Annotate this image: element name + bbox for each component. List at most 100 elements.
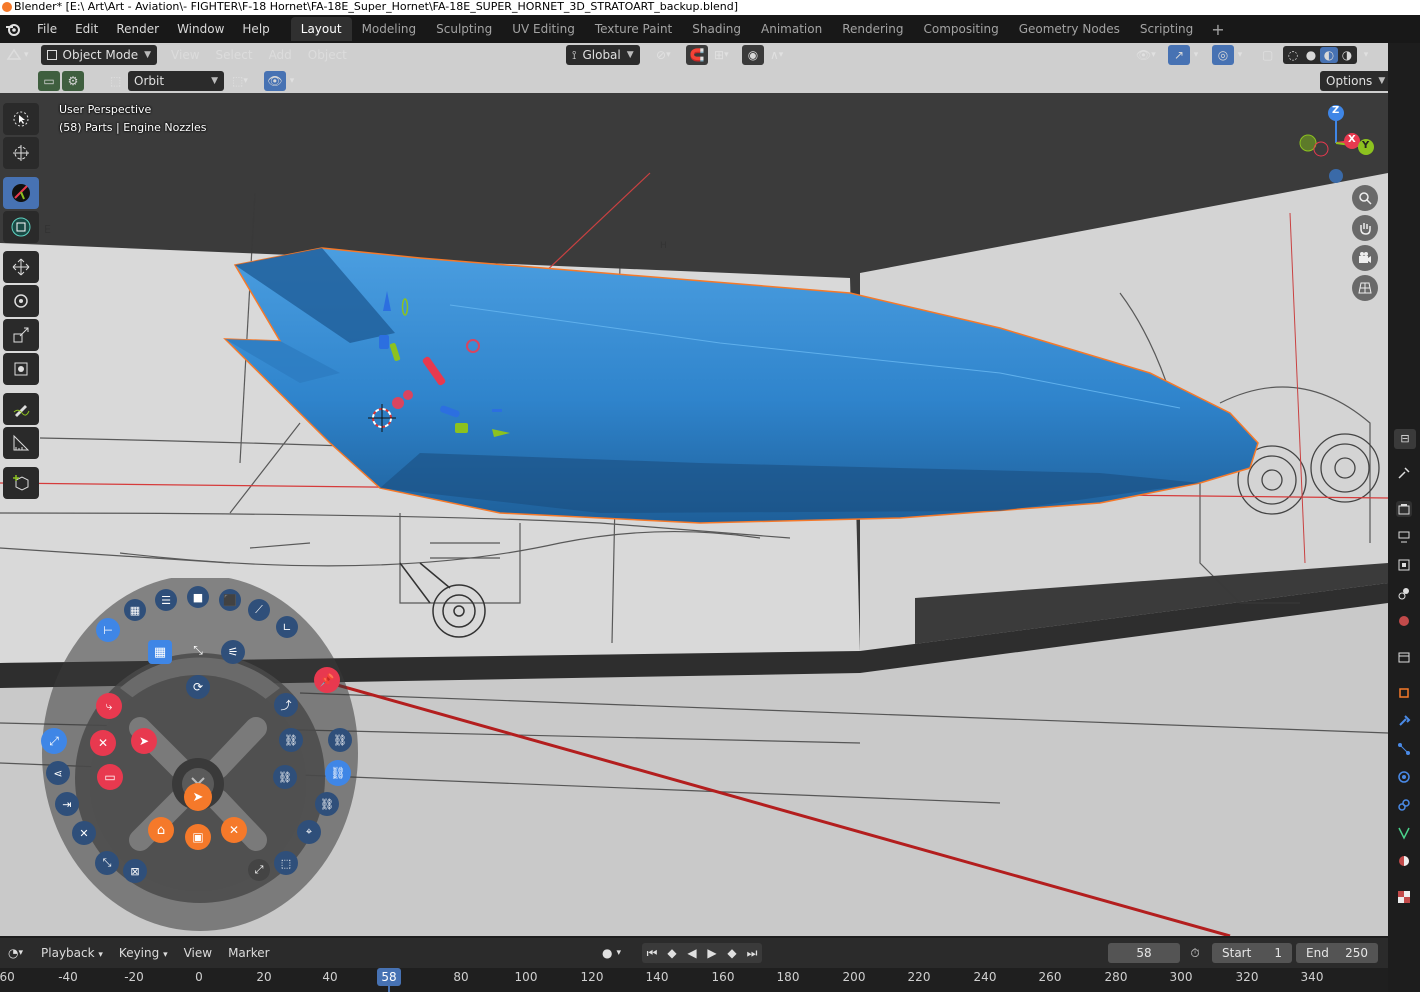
pie-center-icon[interactable]: ⊠ bbox=[123, 859, 147, 883]
jump-prev-key-icon[interactable]: ◆ bbox=[662, 943, 682, 963]
auto-keying-icon[interactable]: ● ▾ bbox=[596, 943, 627, 963]
properties-toggle-icon[interactable]: ⊟ bbox=[1394, 429, 1416, 449]
falloff-icon[interactable]: ∧ ▾ bbox=[764, 45, 789, 65]
jump-next-key-icon[interactable]: ◆ bbox=[722, 943, 742, 963]
tool-properties-icon[interactable] bbox=[1396, 465, 1412, 481]
menu-select[interactable]: Select bbox=[208, 48, 261, 62]
tab-animation[interactable]: Animation bbox=[751, 17, 832, 41]
orbit-tool-icon[interactable] bbox=[3, 211, 39, 243]
pie-export-icon[interactable]: ⇥ bbox=[55, 792, 79, 816]
tab-sculpting[interactable]: Sculpting bbox=[426, 17, 502, 41]
overlays-dropdown-icon[interactable]: ▾ bbox=[1234, 45, 1246, 65]
start-frame-field[interactable]: Start 1 bbox=[1212, 943, 1292, 963]
menu-playback[interactable]: Playback ▾ bbox=[33, 946, 111, 960]
pie-square-icon[interactable]: ■ bbox=[187, 586, 209, 608]
3d-viewport[interactable]: H E ▾ Object Mode ▼ View Select Add Obje… bbox=[0, 43, 1388, 936]
pie-cube-icon[interactable]: ⬛ bbox=[219, 589, 241, 611]
measure-tool-icon[interactable] bbox=[3, 427, 39, 459]
tab-geometry-nodes[interactable]: Geometry Nodes bbox=[1009, 17, 1130, 41]
view-layer-properties-icon[interactable] bbox=[1396, 557, 1412, 573]
tab-scripting[interactable]: Scripting bbox=[1130, 17, 1203, 41]
texture-properties-icon[interactable] bbox=[1396, 889, 1412, 905]
zoom-icon[interactable] bbox=[1352, 185, 1378, 211]
overlays-toggle-icon[interactable]: ◎ bbox=[1212, 45, 1234, 65]
menu-file[interactable]: File bbox=[28, 17, 66, 41]
timeline-editor-icon[interactable]: ◔ ▾ bbox=[2, 943, 29, 963]
jump-end-icon[interactable]: ⏭ bbox=[742, 943, 762, 963]
add-cube-tool-icon[interactable] bbox=[3, 467, 39, 499]
physics-properties-icon[interactable] bbox=[1396, 769, 1412, 785]
pie-home-orange-icon[interactable]: ⌂ bbox=[148, 817, 174, 843]
editor-type-icon[interactable]: ▾ bbox=[0, 45, 35, 65]
transform-tool-icon[interactable] bbox=[3, 353, 39, 385]
tab-uv-editing[interactable]: UV Editing bbox=[502, 17, 585, 41]
object-mode-dropdown[interactable]: Object Mode ▼ bbox=[40, 45, 158, 65]
menu-add[interactable]: Add bbox=[261, 48, 300, 62]
xray-toggle-icon[interactable]: ▢ bbox=[1256, 45, 1279, 65]
pie-transform-blue-icon[interactable]: ⤢ bbox=[41, 728, 67, 754]
snap-toggle-icon[interactable]: 🧲 bbox=[686, 45, 708, 65]
blender-logo-icon[interactable] bbox=[2, 18, 24, 40]
collection-properties-icon[interactable] bbox=[1396, 649, 1412, 665]
pie-link2-icon[interactable]: ⛓ bbox=[328, 728, 352, 752]
menu-edit[interactable]: Edit bbox=[66, 17, 107, 41]
tab-rendering[interactable]: Rendering bbox=[832, 17, 913, 41]
eye-toggle-icon[interactable]: 👁 bbox=[264, 71, 286, 91]
rendered-shading-icon[interactable]: ◑ bbox=[1338, 47, 1356, 63]
data-properties-icon[interactable] bbox=[1396, 825, 1412, 841]
pie-cube-orange-icon[interactable]: ▣ bbox=[185, 824, 211, 850]
pie-origin-icon[interactable]: ⌖ bbox=[297, 820, 321, 844]
render-properties-icon[interactable] bbox=[1396, 501, 1412, 517]
material-preview-shading-icon[interactable]: ◐ bbox=[1320, 47, 1338, 63]
proportional-edit-icon[interactable]: ◉ bbox=[742, 45, 764, 65]
pie-measure-icon[interactable]: ⊢ bbox=[96, 618, 120, 642]
timeline-ruler[interactable]: 58 -60 -40 -20 0 20 40 80 100 120 140 16… bbox=[0, 968, 1388, 992]
pie-corner-icon[interactable]: ∟ bbox=[276, 616, 298, 638]
current-frame-field[interactable]: 58 bbox=[1108, 943, 1180, 963]
tab-shading[interactable]: Shading bbox=[682, 17, 751, 41]
particles-properties-icon[interactable] bbox=[1396, 741, 1412, 757]
menu-window[interactable]: Window bbox=[168, 17, 233, 41]
pie-resize-icon[interactable]: ⤡ bbox=[188, 640, 208, 660]
selection-box-icon[interactable]: ⬚ ▾ bbox=[226, 71, 254, 91]
menu-render[interactable]: Render bbox=[107, 17, 168, 41]
menu-object[interactable]: Object bbox=[300, 48, 355, 62]
select-tool-icon[interactable] bbox=[3, 103, 39, 135]
menu-keying[interactable]: Keying ▾ bbox=[111, 946, 176, 960]
transform-orientation-dropdown[interactable]: ⟟ Global ▼ bbox=[566, 45, 640, 65]
pie-axes-icon[interactable]: ⤡ bbox=[95, 851, 119, 875]
camera-view-icon[interactable] bbox=[1352, 245, 1378, 271]
pie-target-orange-icon[interactable]: ✕ bbox=[221, 817, 247, 843]
menu-help[interactable]: Help bbox=[233, 17, 278, 41]
tab-layout[interactable]: Layout bbox=[290, 17, 352, 41]
pie-link-blue-icon[interactable]: ⛓ bbox=[325, 760, 351, 786]
object-properties-icon[interactable] bbox=[1396, 685, 1412, 701]
jump-start-icon[interactable]: ⏮ bbox=[642, 943, 662, 963]
pie-link3-icon[interactable]: ⛓ bbox=[273, 765, 297, 789]
pie-diagonal-icon[interactable]: ⟋ bbox=[248, 599, 270, 621]
pivot-point-icon[interactable]: ⊘ ▾ bbox=[650, 45, 677, 65]
navigate-tool-icon[interactable] bbox=[3, 177, 39, 209]
pie-link-icon[interactable]: ⛓ bbox=[279, 728, 303, 752]
wireframe-shading-icon[interactable]: ◌ bbox=[1284, 47, 1302, 63]
world-properties-icon[interactable] bbox=[1396, 613, 1412, 629]
eye-dropdown-icon[interactable]: ▾ bbox=[286, 71, 298, 91]
gizmo-neg-x-axis[interactable] bbox=[1313, 141, 1329, 157]
tool-icon[interactable]: ⬚ bbox=[104, 71, 127, 91]
tab-texture-paint[interactable]: Texture Paint bbox=[585, 17, 682, 41]
gizmo-dropdown-icon[interactable]: ▾ bbox=[1190, 45, 1202, 65]
pie-pin-icon[interactable]: 📌 bbox=[314, 667, 340, 693]
move-tool-icon[interactable] bbox=[3, 251, 39, 283]
pie-axis-red-icon[interactable]: ⤷ bbox=[96, 693, 122, 719]
menu-marker[interactable]: Marker bbox=[220, 946, 277, 960]
menu-timeline-view[interactable]: View bbox=[176, 946, 220, 960]
gizmo-toggle-icon[interactable]: ↗ bbox=[1168, 45, 1190, 65]
tab-modeling[interactable]: Modeling bbox=[352, 17, 427, 41]
pie-pointer-orange-icon[interactable]: ➤ bbox=[184, 783, 212, 811]
rotate-tool-icon[interactable] bbox=[3, 285, 39, 317]
pie-cursor-red-icon[interactable]: ➤ bbox=[131, 728, 157, 754]
pan-hand-icon[interactable] bbox=[1352, 215, 1378, 241]
annotate-tool-icon[interactable] bbox=[3, 393, 39, 425]
play-icon[interactable]: ▶ bbox=[702, 943, 722, 963]
playhead-frame-badge[interactable]: 58 bbox=[377, 968, 401, 986]
